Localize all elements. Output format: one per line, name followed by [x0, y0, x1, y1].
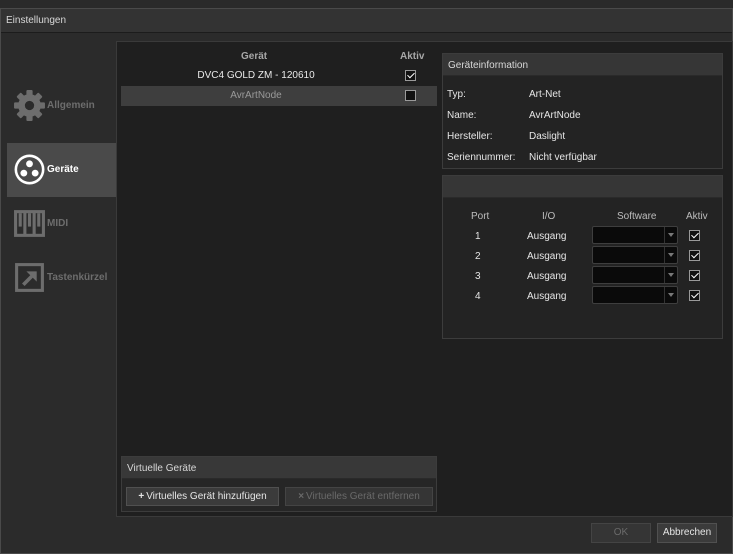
port-io: Ausgang — [527, 251, 567, 262]
sidebar-item-label: MIDI — [47, 218, 69, 229]
device-row[interactable]: DVC4 GOLD ZM - 120610 — [121, 66, 437, 86]
ports-panel: Port I/O Software Aktiv 1 Ausgang 2 Ausg… — [442, 175, 723, 339]
device-active-checkbox[interactable] — [405, 90, 416, 101]
info-key: Name: — [447, 110, 477, 121]
remove-virtual-device-button[interactable]: × Virtuelles Gerät entfernen — [285, 487, 433, 506]
port-active-checkbox[interactable] — [689, 270, 700, 281]
software-select[interactable] — [592, 286, 678, 304]
info-value: AvrArtNode — [529, 110, 581, 121]
device-info-title: Geräteinformation — [448, 60, 529, 71]
port-active-checkbox[interactable] — [689, 250, 700, 261]
software-select[interactable] — [592, 266, 678, 284]
chevron-down-icon — [664, 287, 677, 303]
port-column-header: Port — [471, 211, 490, 222]
devices-content-panel: Gerät Aktiv DVC4 GOLD ZM - 120610 AvrArt… — [116, 41, 733, 517]
device-name: DVC4 GOLD ZM - 120610 — [197, 70, 315, 81]
ok-button[interactable]: OK — [591, 523, 651, 543]
port-number: 1 — [475, 231, 481, 242]
add-virtual-device-button[interactable]: + Virtuelles Gerät hinzufügen — [126, 487, 279, 506]
port-number: 3 — [475, 271, 481, 282]
virtual-devices-title: Virtuelle Geräte — [127, 463, 197, 474]
settings-sidebar: Allgemein Geräte MIDI Tastenkürzel — [5, 45, 117, 515]
sidebar-item-geraete[interactable]: Geräte — [7, 143, 116, 197]
cancel-button[interactable]: Abbrechen — [657, 523, 717, 543]
active-column-header: Aktiv — [400, 51, 425, 62]
settings-dialog: Einstellungen Allgemein Geräte MIDI Tast… — [0, 8, 733, 554]
chevron-down-icon — [664, 227, 677, 243]
port-io: Ausgang — [527, 291, 567, 302]
plus-icon: + — [138, 491, 145, 502]
software-column-header: Software — [617, 211, 657, 222]
midi-keyboard-icon — [14, 210, 45, 237]
device-row[interactable]: AvrArtNode — [121, 86, 437, 106]
devices-icon — [14, 154, 45, 185]
info-value: Daslight — [529, 131, 566, 142]
device-active-checkbox[interactable] — [405, 70, 416, 81]
software-select[interactable] — [592, 226, 678, 244]
ports-header — [443, 176, 722, 198]
info-key: Typ: — [447, 89, 466, 100]
gear-icon — [14, 90, 45, 121]
info-value: Art-Net — [529, 89, 561, 100]
port-number: 2 — [475, 251, 481, 262]
info-key: Hersteller: — [447, 131, 493, 142]
sidebar-item-label: Geräte — [47, 164, 79, 175]
io-column-header: I/O — [542, 211, 556, 222]
virtual-devices-header: Virtuelle Geräte — [122, 457, 436, 479]
info-key: Seriennummer: — [447, 152, 516, 163]
chevron-down-icon — [664, 247, 677, 263]
active-column-header: Aktiv — [686, 211, 708, 222]
device-info-header: Geräteinformation — [443, 54, 722, 76]
port-active-checkbox[interactable] — [689, 230, 700, 241]
remove-x-icon: × — [298, 491, 305, 502]
port-io: Ausgang — [527, 271, 567, 282]
chevron-down-icon — [664, 267, 677, 283]
dialog-titlebar[interactable]: Einstellungen — [1, 9, 732, 33]
shortcut-arrow-icon — [15, 263, 44, 292]
port-number: 4 — [475, 291, 481, 302]
port-io: Ausgang — [527, 231, 567, 242]
device-name: AvrArtNode — [230, 90, 282, 101]
info-value: Nicht verfügbar — [529, 152, 597, 163]
sidebar-item-label: Tastenkürzel — [47, 272, 108, 283]
virtual-devices-panel: Virtuelle Geräte + Virtuelles Gerät hinzu… — [121, 456, 437, 512]
dialog-title: Einstellungen — [6, 15, 67, 26]
sidebar-item-label: Allgemein — [47, 100, 95, 111]
port-active-checkbox[interactable] — [689, 290, 700, 301]
sidebar-item-midi[interactable]: MIDI — [7, 197, 116, 251]
software-select[interactable] — [592, 246, 678, 264]
device-info-panel: Geräteinformation Typ: Art-Net Name: Avr… — [442, 53, 723, 169]
sidebar-item-allgemein[interactable]: Allgemein — [7, 79, 116, 133]
sidebar-item-tastenkuerzel[interactable]: Tastenkürzel — [7, 251, 116, 305]
device-column-header: Gerät — [241, 51, 268, 62]
